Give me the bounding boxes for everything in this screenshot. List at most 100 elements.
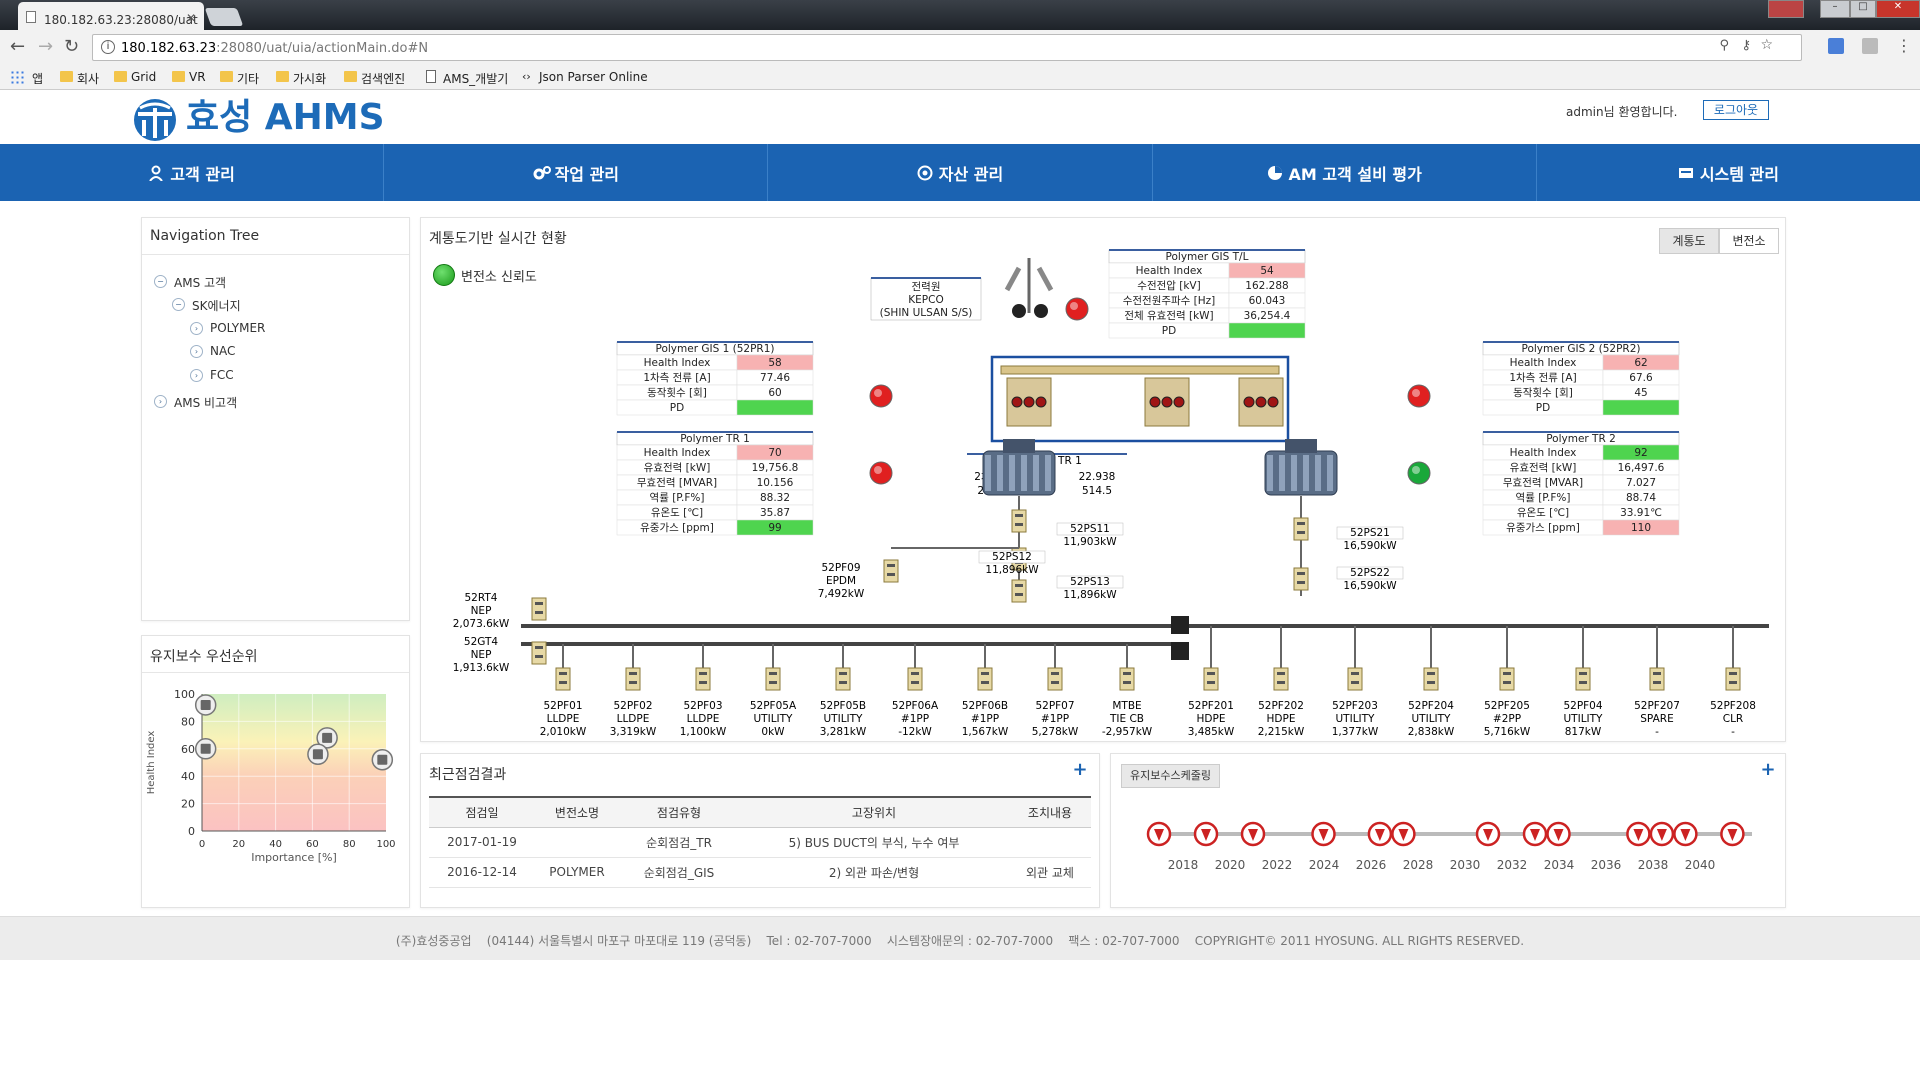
back-icon[interactable]: ← bbox=[10, 36, 25, 57]
new-tab-button[interactable] bbox=[204, 8, 244, 26]
breaker-detail bbox=[839, 672, 847, 675]
info-label: 역률 [P.F%] bbox=[650, 492, 705, 504]
transformer-fin bbox=[1315, 455, 1321, 491]
user-badge[interactable] bbox=[1768, 0, 1804, 18]
info-label: 전체 유효전력 [kW] bbox=[1124, 310, 1213, 322]
breaker-detail bbox=[887, 573, 895, 576]
nav-work[interactable]: 작업 관리 bbox=[384, 144, 769, 201]
browser-tab[interactable]: 180.182.63.23:28080/uat ✕ bbox=[18, 2, 204, 30]
collapse-icon[interactable]: − bbox=[172, 298, 185, 311]
inspection-table: 점검일 변전소명 점검유형 고장위치 조치내용 2017-01-19 순회점검_… bbox=[429, 796, 1091, 888]
user-icon bbox=[148, 165, 164, 182]
breaker-detail bbox=[535, 602, 543, 605]
nav-customer[interactable]: 고객 관리 bbox=[0, 144, 385, 201]
close-icon[interactable]: ✕ bbox=[186, 11, 196, 25]
cell-type: 순회점검_GIS bbox=[619, 857, 739, 888]
expand-icon[interactable]: › bbox=[154, 395, 167, 408]
nav-asset[interactable]: 자산 관리 bbox=[768, 144, 1153, 201]
tree-label: AMS 고객 bbox=[174, 276, 227, 290]
feeder-sub: HDPE bbox=[1267, 713, 1296, 725]
maximize-icon[interactable]: □ bbox=[1850, 0, 1876, 18]
info-value: 77.46 bbox=[760, 372, 790, 384]
info-value-cell bbox=[736, 399, 814, 416]
breaker-detail bbox=[981, 681, 989, 684]
tree-node-polymer[interactable]: › POLYMER bbox=[190, 321, 265, 335]
logout-button[interactable]: 로그아웃 bbox=[1703, 100, 1769, 120]
y-tick-label: 0 bbox=[188, 825, 195, 838]
collapse-icon[interactable]: − bbox=[154, 275, 167, 288]
window-close-icon[interactable]: ✕ bbox=[1876, 0, 1920, 18]
info-icon[interactable]: i bbox=[101, 40, 115, 54]
column-header: 조치내용 bbox=[1009, 796, 1091, 828]
expand-icon[interactable]: › bbox=[190, 345, 203, 358]
tree-node-fcc[interactable]: › FCC bbox=[190, 368, 234, 382]
feeder-value: 3,485kW bbox=[1188, 726, 1235, 738]
logo-mark-icon bbox=[134, 99, 176, 141]
tree-node-ams-customer[interactable]: − AMS 고객 bbox=[154, 274, 226, 291]
bookmark-folder[interactable]: VR bbox=[172, 70, 206, 84]
info-label: PD bbox=[1162, 325, 1176, 337]
breaker-detail bbox=[629, 681, 637, 684]
extension-icon[interactable] bbox=[1862, 38, 1878, 54]
gis-pole bbox=[1011, 396, 1023, 408]
tree-node-nac[interactable]: › NAC bbox=[190, 344, 235, 358]
feeder-value: 5,278kW bbox=[1032, 726, 1079, 738]
y-tick-label: 60 bbox=[181, 743, 195, 756]
table-row[interactable]: 2016-12-14 POLYMER 순회점검_GIS 2) 외관 파손/변형 … bbox=[429, 857, 1091, 888]
table-row[interactable]: 2017-01-19 순회점검_TR 5) BUS DUCT의 부식, 누수 여… bbox=[429, 827, 1091, 858]
divider bbox=[142, 254, 409, 255]
breaker-detail bbox=[1351, 681, 1359, 684]
info-label: Health Index bbox=[644, 447, 711, 459]
tree-node-ams-noncustomer[interactable]: › AMS 비고객 bbox=[154, 394, 237, 411]
reload-icon[interactable]: ↻ bbox=[64, 36, 79, 57]
feeder-sub: NEP bbox=[471, 649, 492, 661]
address-bar: ← → ↻ i 180.182.63.23:28080/uat/uia/acti… bbox=[0, 30, 1920, 65]
apps-icon[interactable] bbox=[10, 70, 24, 84]
transformer-fin bbox=[1045, 455, 1051, 491]
add-icon[interactable]: + bbox=[1071, 761, 1089, 780]
breaker-icon bbox=[625, 667, 641, 691]
gis-pole bbox=[1243, 396, 1255, 408]
breaker-detail bbox=[1015, 514, 1023, 517]
translate-icon[interactable] bbox=[1828, 38, 1844, 54]
feeder-sub: LLDPE bbox=[687, 713, 720, 725]
bookmark-page[interactable]: AMS_개발기 bbox=[426, 70, 508, 87]
bookmark-folder[interactable]: 가시화 bbox=[276, 70, 326, 87]
bookmark-folder[interactable]: 기타 bbox=[220, 70, 259, 87]
ps-name: 52PS22 bbox=[1350, 567, 1390, 579]
status-highlight bbox=[1412, 389, 1420, 397]
nav-system[interactable]: 시스템 관리 bbox=[1537, 144, 1920, 201]
nav-evaluation[interactable]: AM 고객 설비 평가 bbox=[1153, 144, 1537, 201]
minimize-icon[interactable]: – bbox=[1820, 0, 1850, 18]
url-input[interactable]: i 180.182.63.23:28080/uat/uia/actionMain… bbox=[92, 34, 1802, 61]
bookmark-folder[interactable]: Grid bbox=[114, 70, 156, 84]
x-axis-label: Importance [%] bbox=[251, 851, 337, 864]
nav-label: 고객 관리 bbox=[170, 164, 235, 184]
bookmark-page[interactable]: ‹› Json Parser Online bbox=[522, 70, 648, 84]
navigation-tree-panel: Navigation Tree − AMS 고객 − SK에너지 › POLYMER … bbox=[141, 217, 410, 621]
bookmark-apps[interactable]: 앱 bbox=[28, 70, 43, 87]
expand-icon[interactable]: › bbox=[190, 369, 203, 382]
y-tick-label: 20 bbox=[181, 798, 195, 811]
feeder-name: 52GT4 bbox=[464, 636, 499, 648]
column-header: 점검유형 bbox=[619, 796, 739, 828]
bookmark-folder[interactable]: 회사 bbox=[60, 70, 99, 87]
bookmark-folder[interactable]: 검색엔진 bbox=[344, 70, 405, 87]
single-line-diagram-panel: 계통도기반 실시간 현황 계통도 변전소 변전소 신뢰도 전력원 KEPCO (SH… bbox=[420, 217, 1786, 742]
expand-icon[interactable]: › bbox=[190, 322, 203, 335]
breaker-icon bbox=[1423, 667, 1439, 691]
tree-node-sk-energy[interactable]: − SK에너지 bbox=[172, 297, 241, 314]
zoom-icon[interactable]: ⚲ bbox=[1719, 38, 1729, 53]
key-icon[interactable]: ⚷ bbox=[1741, 38, 1751, 53]
breaker-detail bbox=[699, 681, 707, 684]
star-icon[interactable]: ☆ bbox=[1760, 37, 1773, 53]
menu-icon[interactable]: ⋮ bbox=[1896, 36, 1912, 55]
breaker-detail bbox=[1427, 672, 1435, 675]
breaker-detail bbox=[911, 672, 919, 675]
info-value: 88.32 bbox=[760, 492, 790, 504]
feeder-name: 52PF202 bbox=[1258, 700, 1304, 712]
feeder-value: -12kW bbox=[898, 726, 932, 738]
forward-icon[interactable]: → bbox=[38, 36, 53, 57]
tree-label: NAC bbox=[210, 344, 236, 358]
tree-label: FCC bbox=[210, 368, 234, 382]
